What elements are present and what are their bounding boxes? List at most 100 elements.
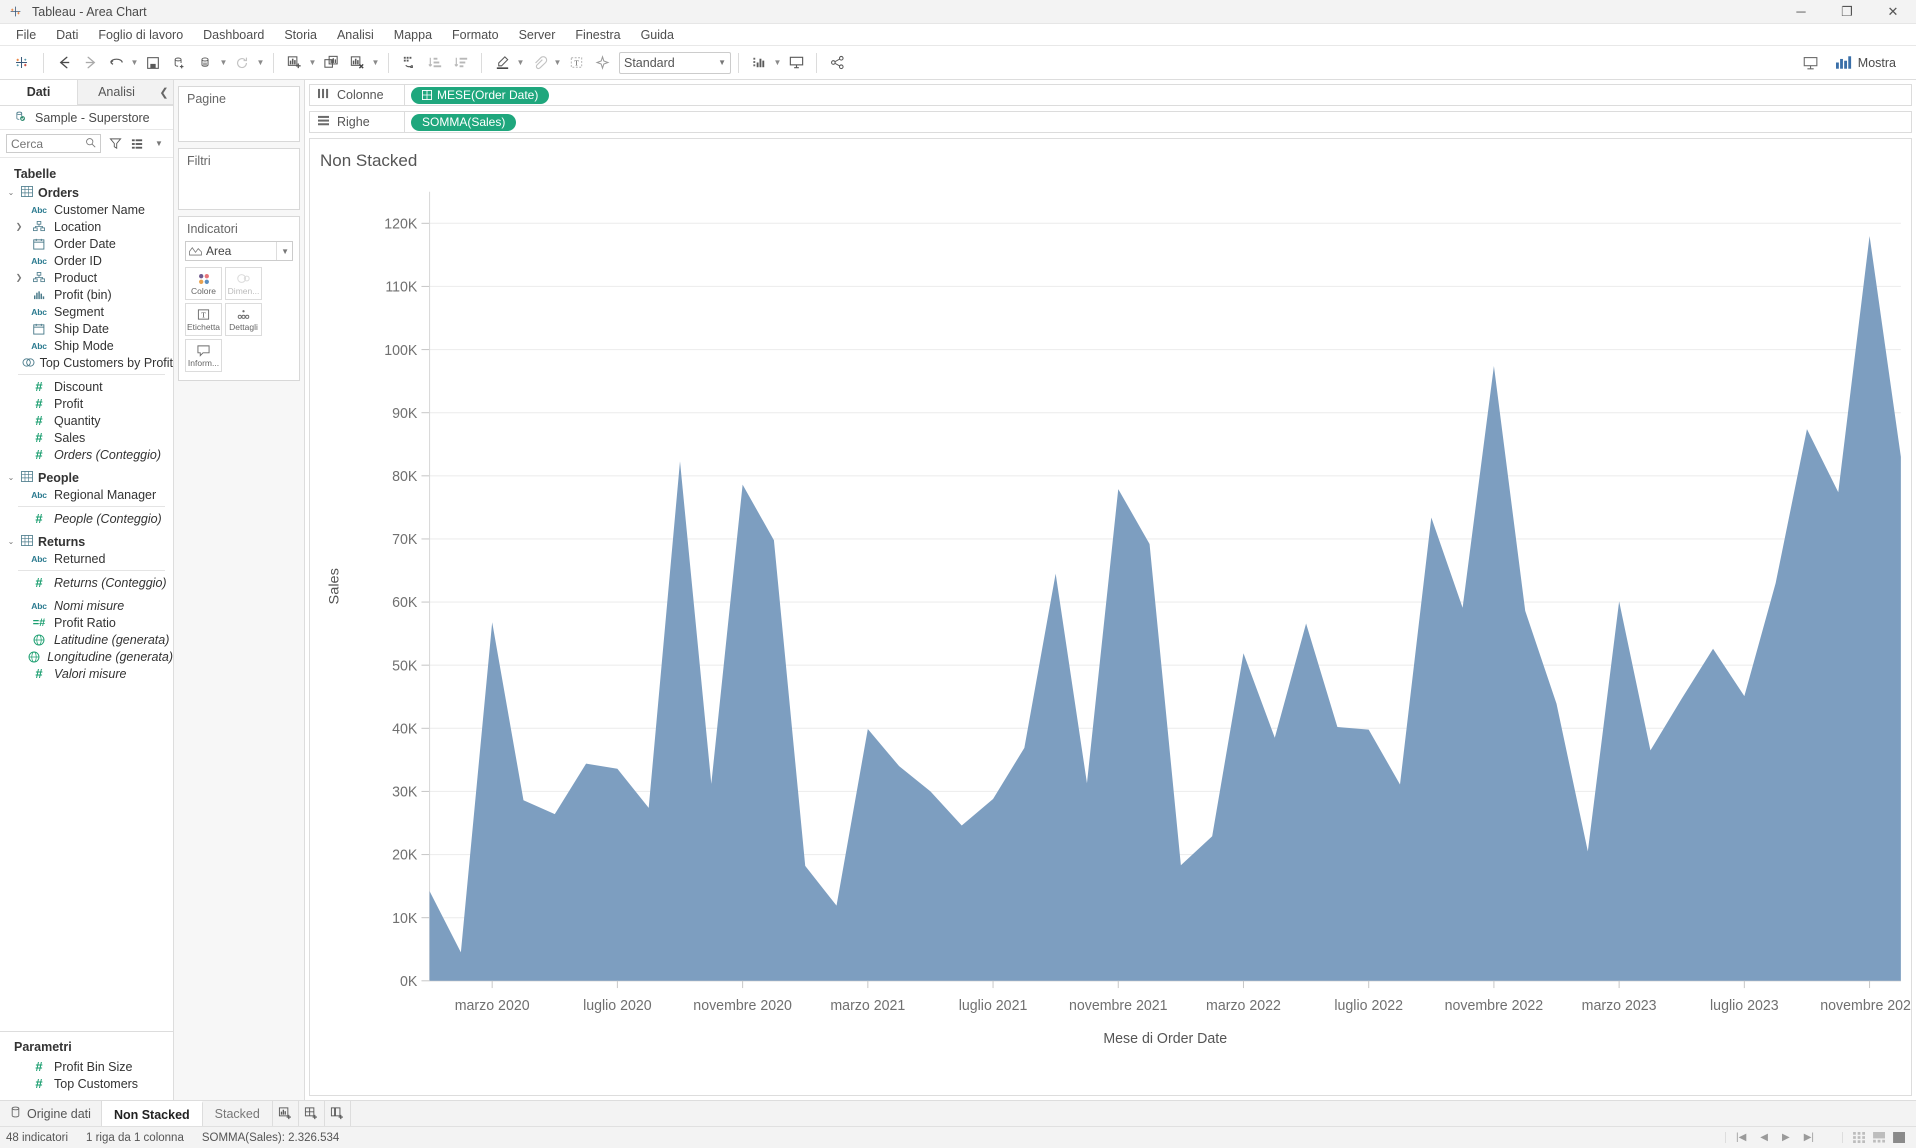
new-story-button[interactable]	[325, 1101, 351, 1126]
menu-formato[interactable]: Formato	[442, 24, 509, 46]
menu-storia[interactable]: Storia	[274, 24, 327, 46]
prev-page-icon[interactable]: ◀	[1760, 1132, 1768, 1143]
marks-tooltip-button[interactable]: Inform...	[185, 339, 222, 372]
table-returns[interactable]: ⌄ Returns	[0, 533, 173, 550]
search-box[interactable]	[6, 134, 101, 153]
field-regional-manager[interactable]: AbcRegional Manager	[0, 486, 173, 503]
duplicate-sheet-icon[interactable]	[318, 50, 344, 76]
sheet-tab-stacked[interactable]: Stacked	[203, 1101, 273, 1126]
menu-analisi[interactable]: Analisi	[327, 24, 384, 46]
plot-area[interactable]: 0K10K20K30K40K50K60K70K80K90K100K110K120…	[310, 171, 1911, 1095]
field-order-id[interactable]: AbcOrder ID	[0, 252, 173, 269]
sort-descending-icon[interactable]	[448, 50, 474, 76]
field-returned[interactable]: AbcReturned	[0, 550, 173, 567]
filmstrip-view-icon[interactable]	[1873, 1132, 1886, 1143]
view-dropdown-icon[interactable]: ▼	[151, 135, 167, 153]
fix-axes-icon[interactable]	[589, 50, 615, 76]
highlight-dropdown-icon[interactable]: ▼	[515, 50, 526, 76]
new-dashboard-button[interactable]	[299, 1101, 325, 1126]
chevron-right-icon[interactable]: ❯	[14, 222, 24, 231]
new-worksheet-button[interactable]	[273, 1101, 299, 1126]
field-nomi-misure[interactable]: AbcNomi misure	[0, 597, 173, 614]
field-orders-count[interactable]: #Orders (Conteggio)	[0, 446, 173, 463]
param-profit-bin-size[interactable]: #Profit Bin Size	[0, 1058, 173, 1075]
grid-view-icon[interactable]	[1853, 1132, 1866, 1143]
share-icon[interactable]	[824, 50, 850, 76]
first-page-icon[interactable]: |◀	[1736, 1132, 1746, 1143]
search-input[interactable]	[11, 137, 85, 151]
chevron-right-icon[interactable]: ❯	[14, 273, 24, 282]
new-worksheet-icon[interactable]	[281, 50, 307, 76]
back-arrow-icon[interactable]	[51, 50, 77, 76]
tab-analisi[interactable]: Analisi	[77, 80, 155, 105]
field-profit-ratio[interactable]: =#Profit Ratio	[0, 614, 173, 631]
filter-icon[interactable]	[107, 135, 123, 153]
group-dropdown-icon[interactable]: ▼	[552, 50, 563, 76]
chevron-down-icon[interactable]: ⌄	[6, 188, 16, 197]
clear-sheet-icon[interactable]	[344, 50, 370, 76]
mark-type-dropdown[interactable]: Area ▼	[185, 241, 293, 261]
field-profit[interactable]: #Profit	[0, 395, 173, 412]
field-location[interactable]: ❯Location	[0, 218, 173, 235]
menu-guida[interactable]: Guida	[631, 24, 684, 46]
maximize-button[interactable]: ❐	[1824, 0, 1870, 24]
field-ship-mode[interactable]: AbcShip Mode	[0, 337, 173, 354]
menu-dati[interactable]: Dati	[46, 24, 88, 46]
pill-mese-order-date[interactable]: MESE(Order Date)	[411, 87, 549, 104]
columns-shelf-drop[interactable]: MESE(Order Date)	[405, 84, 1912, 106]
field-returns-count[interactable]: #Returns (Conteggio)	[0, 574, 173, 591]
save-icon[interactable]	[140, 50, 166, 76]
clear-dropdown-icon[interactable]: ▼	[370, 50, 381, 76]
tableau-home-icon[interactable]	[6, 50, 36, 76]
menu-mappa[interactable]: Mappa	[384, 24, 442, 46]
sort-ascending-icon[interactable]	[422, 50, 448, 76]
sheet-tab-non-stacked[interactable]: Non Stacked	[102, 1101, 203, 1126]
show-hide-cards-icon[interactable]	[746, 50, 772, 76]
field-longitude[interactable]: Longitudine (generata)	[0, 648, 173, 665]
field-people-count[interactable]: #People (Conteggio)	[0, 510, 173, 527]
field-segment[interactable]: AbcSegment	[0, 303, 173, 320]
chevron-down-icon[interactable]: ⌄	[6, 473, 16, 482]
tab-dati[interactable]: Dati	[0, 80, 77, 105]
field-customer-name[interactable]: AbcCustomer Name	[0, 201, 173, 218]
view-options-icon[interactable]	[129, 135, 145, 153]
pause-refresh-icon[interactable]	[192, 50, 218, 76]
pause-dropdown-icon[interactable]: ▼	[218, 50, 229, 76]
presentation-mode-icon[interactable]	[783, 50, 809, 76]
field-top-customers-by-profit[interactable]: Top Customers by Profit	[0, 354, 173, 371]
datasource-row[interactable]: Sample - Superstore	[0, 106, 173, 130]
field-valori-misure[interactable]: #Valori misure	[0, 665, 173, 682]
pill-somma-sales[interactable]: SOMMA(Sales)	[411, 114, 516, 131]
filters-card[interactable]: Filtri	[178, 148, 300, 210]
field-profit-bin[interactable]: Profit (bin)	[0, 286, 173, 303]
refresh-icon[interactable]	[229, 50, 255, 76]
new-sheet-dropdown-icon[interactable]: ▼	[307, 50, 318, 76]
marks-detail-button[interactable]: Dettagli	[225, 303, 262, 336]
fit-dropdown[interactable]: Standard ▼	[619, 52, 731, 74]
field-sales[interactable]: #Sales	[0, 429, 173, 446]
undo-dropdown-icon[interactable]: ▼	[129, 50, 140, 76]
single-view-icon[interactable]	[1893, 1132, 1906, 1143]
area-series-somma-sales[interactable]	[430, 236, 1901, 981]
menu-foglio-di-lavoro[interactable]: Foglio di lavoro	[88, 24, 193, 46]
table-people[interactable]: ⌄ People	[0, 469, 173, 486]
field-quantity[interactable]: #Quantity	[0, 412, 173, 429]
new-data-source-icon[interactable]	[166, 50, 192, 76]
field-product[interactable]: ❯Product	[0, 269, 173, 286]
show-labels-icon[interactable]: T	[563, 50, 589, 76]
close-button[interactable]: ✕	[1870, 0, 1916, 24]
minimize-button[interactable]: ─	[1778, 0, 1824, 24]
menu-server[interactable]: Server	[509, 24, 566, 46]
menu-dashboard[interactable]: Dashboard	[193, 24, 274, 46]
last-page-icon[interactable]: ▶|	[1804, 1132, 1814, 1143]
datasource-tab[interactable]: Origine dati	[0, 1101, 102, 1126]
undo-icon[interactable]	[103, 50, 129, 76]
device-preview-icon[interactable]	[1798, 50, 1824, 76]
menu-finestra[interactable]: Finestra	[565, 24, 630, 46]
next-page-icon[interactable]: ▶	[1782, 1132, 1790, 1143]
field-order-date[interactable]: Order Date	[0, 235, 173, 252]
marks-label-button[interactable]: T Etichetta	[185, 303, 222, 336]
area-chart-svg[interactable]: 0K10K20K30K40K50K60K70K80K90K100K110K120…	[310, 171, 1911, 1095]
pages-card[interactable]: Pagine	[178, 86, 300, 142]
refresh-dropdown-icon[interactable]: ▼	[255, 50, 266, 76]
